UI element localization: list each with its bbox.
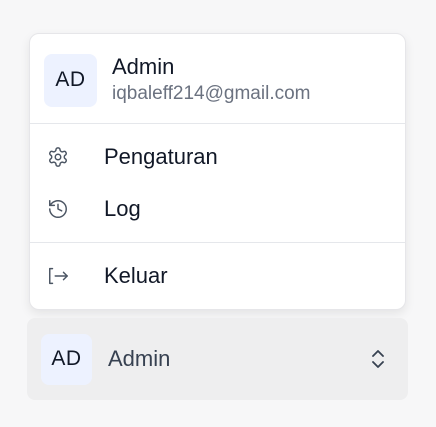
menu-divider (30, 242, 405, 243)
history-icon (46, 197, 70, 221)
chevrons-up-down-icon (366, 347, 390, 371)
logout-button[interactable]: Keluar (46, 256, 390, 296)
menu-divider (30, 123, 405, 124)
menu-item-label: Pengaturan (104, 144, 218, 169)
user-dropdown-menu: AD Admin iqbaleff214@gmail.com Pengatura… (29, 33, 406, 310)
app-root: AD Admin iqbaleff214@gmail.com Pengatura… (0, 0, 436, 427)
avatar: AD (44, 53, 97, 107)
user-email: iqbaleff214@gmail.com (112, 83, 311, 104)
avatar: AD (41, 333, 92, 385)
account-name: Admin (108, 346, 171, 371)
account-switcher-button[interactable]: AD Admin (27, 318, 408, 400)
menu-item-log[interactable]: Log (46, 189, 390, 229)
user-info: Admin iqbaleff214@gmail.com (112, 54, 311, 106)
user-summary: AD Admin iqbaleff214@gmail.com (44, 51, 384, 109)
gear-icon (46, 145, 70, 169)
menu-item-label: Log (104, 196, 141, 221)
menu-item-settings[interactable]: Pengaturan (46, 137, 390, 177)
user-name: Admin (112, 54, 175, 79)
menu-item-label: Keluar (104, 263, 168, 288)
logout-icon (46, 264, 70, 288)
